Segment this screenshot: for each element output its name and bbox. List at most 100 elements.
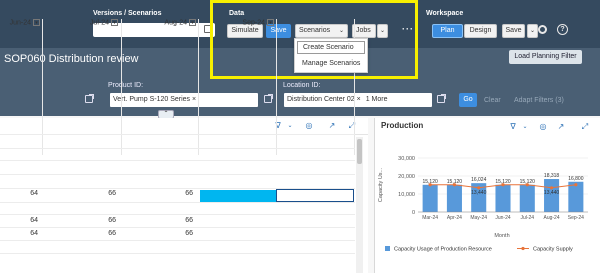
plan-tab[interactable]: Plan (432, 24, 463, 38)
location-value-help-icon[interactable] (437, 94, 446, 103)
line-data-label: 13,440 (544, 190, 560, 196)
workspace-chevron-down-icon[interactable]: ⌄ (527, 24, 538, 38)
table-cell[interactable]: 66 (86, 217, 116, 224)
row-divider (0, 214, 355, 215)
production-chart: 010,00020,00030,000Capacity Us... 15,120M… (378, 156, 588, 253)
gear-icon[interactable] (538, 25, 547, 34)
chart-title: Production (381, 121, 424, 130)
column-menu-icon[interactable]: ▾ (267, 19, 274, 26)
row-divider (0, 240, 355, 241)
location-id-field[interactable]: Distribution Center 02 × 1 More (284, 93, 432, 107)
export-icon[interactable]: ↗ (556, 122, 566, 132)
capacity-supply-point (574, 183, 578, 187)
settings-icon[interactable]: ◎ (538, 122, 548, 132)
capacity-supply-point (452, 183, 457, 187)
product-id-label: Product ID: (108, 82, 144, 89)
active-input-cell[interactable] (276, 189, 354, 202)
capacity-supply-point (428, 183, 432, 187)
selected-cell[interactable] (200, 190, 276, 202)
capacity-supply-point (501, 183, 505, 187)
product-id-field[interactable]: Vert. Pump S-120 Series × (110, 93, 258, 107)
row-divider (0, 134, 355, 135)
chart-bar (519, 184, 535, 212)
adapt-filters-button[interactable]: Adapt Filters (3) (514, 97, 564, 104)
table-scrollbar[interactable] (356, 137, 363, 273)
legend-label: Capacity Usage of Production Resource (394, 247, 492, 253)
row-divider (0, 160, 355, 161)
legend-swatch-point (521, 246, 525, 251)
legend-label: Capacity Supply (533, 247, 573, 253)
legend-swatch-bar (385, 246, 390, 251)
row-divider (0, 148, 355, 149)
workspace-save-button[interactable]: Save (502, 24, 525, 38)
column-header[interactable]: Aug-24 ▾ (158, 19, 196, 31)
column-menu-icon[interactable]: ▾ (33, 19, 40, 26)
table-cell[interactable]: 66 (86, 190, 116, 197)
go-button[interactable]: Go (459, 93, 477, 107)
chart-bar (446, 184, 462, 212)
x-tick-label: Sep-24 (568, 215, 584, 221)
table-cell[interactable]: 66 (163, 190, 193, 197)
column-header[interactable]: Sep-24 ▾ (236, 19, 274, 31)
row-divider (0, 174, 355, 175)
chevron-down-icon[interactable]: ⌄ (285, 121, 295, 131)
location-id-label: Location ID: (283, 82, 321, 89)
y-tick-label: 10,000 (398, 192, 415, 198)
clear-button[interactable]: Clear (484, 97, 501, 104)
scrollbar-thumb[interactable] (357, 139, 362, 164)
full-screen-icon[interactable]: ⤢ (580, 122, 590, 132)
y-tick-label: 30,000 (398, 156, 415, 162)
x-tick-label: Mar-24 (422, 215, 438, 221)
column-header[interactable]: Jul-24 ▾ (80, 19, 118, 31)
filter-icon[interactable]: ∇ (508, 122, 518, 132)
row-divider (0, 227, 355, 228)
page-title: SOP060 Distribution review (4, 53, 139, 65)
table-cell[interactable]: 64 (8, 230, 38, 237)
x-axis-label: Month (494, 233, 509, 239)
location-token: Distribution Center 02 (287, 96, 355, 103)
table-cell[interactable]: 66 (163, 230, 193, 237)
bar-data-label: 16,800 (568, 176, 584, 182)
column-menu-icon[interactable]: ▾ (111, 19, 118, 26)
y-axis-label: Capacity Us... (378, 167, 384, 202)
table-cell[interactable]: 66 (163, 217, 193, 224)
filter-icon[interactable]: ∇ (273, 121, 283, 131)
column-menu-icon[interactable]: ▾ (189, 19, 196, 26)
y-tick-label: 0 (412, 210, 415, 216)
workspace-label: Workspace (426, 10, 464, 17)
x-tick-label: Jun-24 (495, 215, 511, 221)
column-header-label: Aug-24 (164, 19, 187, 27)
product-token: Vert. Pump S-120 Series (113, 96, 191, 103)
table-cell[interactable]: 64 (8, 190, 38, 197)
chart-bar (422, 184, 438, 212)
full-screen-icon[interactable]: ⤢ (347, 121, 357, 131)
table-cell[interactable]: 64 (8, 217, 38, 224)
product-value-help-icon[interactable] (264, 94, 273, 103)
x-tick-label: Jul-24 (520, 215, 534, 221)
line-data-label: 13,440 (471, 190, 487, 196)
x-tick-label: Aug-24 (544, 215, 560, 221)
versions-scenarios-label: Versions / Scenarios (93, 10, 162, 17)
x-tick-label: Apr-24 (447, 215, 462, 221)
row-divider (0, 253, 355, 254)
bar-data-label: 18,318 (544, 173, 560, 179)
x-tick-label: May-24 (470, 215, 487, 221)
load-planning-filter-button[interactable]: Load Planning Filter (509, 50, 582, 64)
help-icon[interactable]: ? (557, 24, 568, 35)
export-icon[interactable]: ↗ (327, 121, 337, 131)
chart-bar (495, 184, 511, 212)
table-cell[interactable]: 66 (86, 230, 116, 237)
chevron-down-icon[interactable]: ⌄ (520, 122, 530, 132)
settings-icon[interactable]: ◎ (304, 121, 314, 131)
row-divider (0, 202, 355, 203)
manage-scenarios-menu-item[interactable]: Manage Scenarios (297, 58, 365, 69)
create-scenario-menu-item[interactable]: Create Scenario (297, 41, 365, 54)
capacity-supply-point (525, 183, 529, 187)
column-header-label: Jun-24 (9, 19, 31, 27)
column-header[interactable]: Jun-24 ▾ (2, 19, 40, 31)
remove-token-icon[interactable]: × (357, 96, 361, 103)
design-tab[interactable]: Design (464, 24, 497, 38)
more-tokens-link[interactable]: 1 More (366, 96, 388, 103)
remove-token-icon[interactable]: × (192, 96, 196, 103)
value-help-icon[interactable] (85, 94, 94, 103)
